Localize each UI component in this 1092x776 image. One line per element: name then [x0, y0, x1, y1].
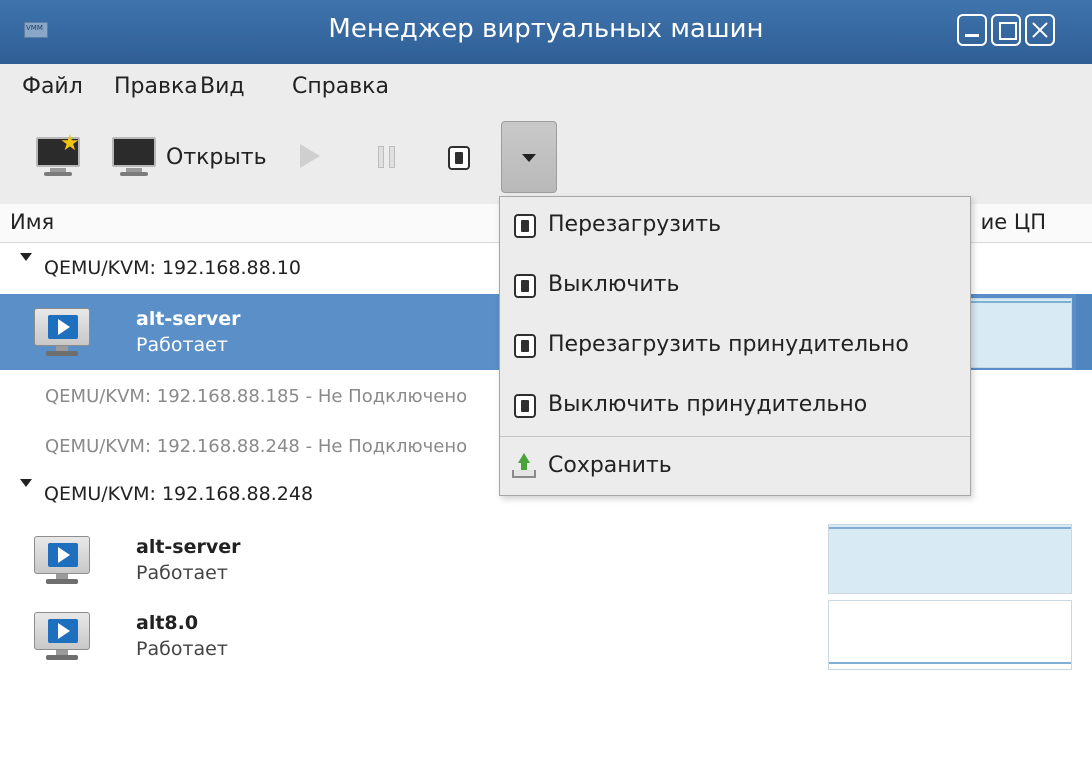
cpu-usage-graph	[828, 600, 1072, 670]
scrollbar[interactable]	[1076, 294, 1092, 370]
menu-item-label: Выключить принудительно	[548, 392, 868, 417]
new-vm-button[interactable]: ★	[36, 131, 80, 177]
close-button[interactable]	[1025, 14, 1055, 46]
maximize-button[interactable]	[991, 14, 1021, 46]
minimize-button[interactable]	[957, 14, 987, 46]
menu-item-label: Сохранить	[548, 453, 672, 478]
column-cpu-usage[interactable]: ие ЦП	[981, 210, 1046, 234]
vm-status: Работает	[136, 334, 228, 356]
vm-row[interactable]: alt-server Работает	[0, 522, 1092, 598]
menu-view[interactable]: Вид	[200, 74, 245, 99]
menu-item-shutdown[interactable]: Выключить	[500, 257, 970, 315]
cpu-usage-graph	[968, 298, 1072, 368]
vm-running-icon	[34, 536, 90, 586]
menu-file[interactable]: Файл	[22, 74, 83, 99]
power-icon	[514, 214, 536, 238]
connection-label: QEMU/KVM: 192.168.88.248	[44, 483, 314, 505]
power-icon	[514, 274, 536, 298]
shutdown-icon[interactable]	[448, 146, 470, 170]
connection-label: QEMU/KVM: 192.168.88.10	[44, 257, 301, 279]
menu-edit[interactable]: Правка	[114, 74, 198, 99]
save-icon	[512, 453, 536, 479]
menu-separator	[500, 436, 970, 437]
vm-name: alt-server	[136, 308, 241, 330]
vm-row[interactable]: alt8.0 Работает	[0, 598, 1092, 674]
menu-bar: Файл Правка Вид Справка	[0, 64, 1092, 112]
run-icon[interactable]	[300, 144, 320, 168]
menu-item-label: Выключить	[548, 272, 680, 297]
open-button-label[interactable]: Открыть	[166, 145, 267, 170]
power-icon	[514, 334, 536, 358]
window-title: Менеджер виртуальных машин	[328, 14, 764, 44]
menu-item-reboot[interactable]: Перезагрузить	[500, 197, 970, 255]
vm-name: alt8.0	[136, 612, 199, 634]
vm-running-icon	[34, 612, 90, 662]
menu-item-label: Перезагрузить принудительно	[548, 332, 909, 357]
toolbar: ★ Открыть	[0, 112, 1092, 205]
vm-status: Работает	[136, 562, 228, 584]
title-bar: Менеджер виртуальных машин	[0, 0, 1092, 64]
shutdown-dropdown-button[interactable]	[501, 121, 557, 193]
menu-item-force-reset[interactable]: Перезагрузить принудительно	[500, 317, 970, 375]
menu-item-label: Перезагрузить	[548, 212, 722, 237]
star-icon: ★	[60, 131, 80, 156]
connection-disconnected[interactable]: QEMU/KVM: 192.168.88.185 - Не Подключено	[45, 386, 467, 407]
expander-arrow-icon[interactable]	[20, 479, 32, 487]
connection-disconnected[interactable]: QEMU/KVM: 192.168.88.248 - Не Подключено	[45, 436, 467, 457]
pause-icon[interactable]	[376, 146, 398, 168]
menu-help[interactable]: Справка	[292, 74, 389, 99]
vm-name: alt-server	[136, 536, 241, 558]
expander-arrow-icon[interactable]	[20, 253, 32, 261]
column-name[interactable]: Имя	[10, 210, 54, 234]
cpu-usage-graph	[828, 524, 1072, 594]
vm-running-icon	[34, 308, 90, 358]
menu-item-force-off[interactable]: Выключить принудительно	[500, 377, 970, 435]
vm-status: Работает	[136, 638, 228, 660]
shutdown-menu: Перезагрузить Выключить Перезагрузить пр…	[499, 196, 971, 496]
open-console-icon[interactable]	[112, 137, 156, 177]
power-icon	[514, 394, 536, 418]
menu-item-save[interactable]: Сохранить	[500, 438, 970, 496]
